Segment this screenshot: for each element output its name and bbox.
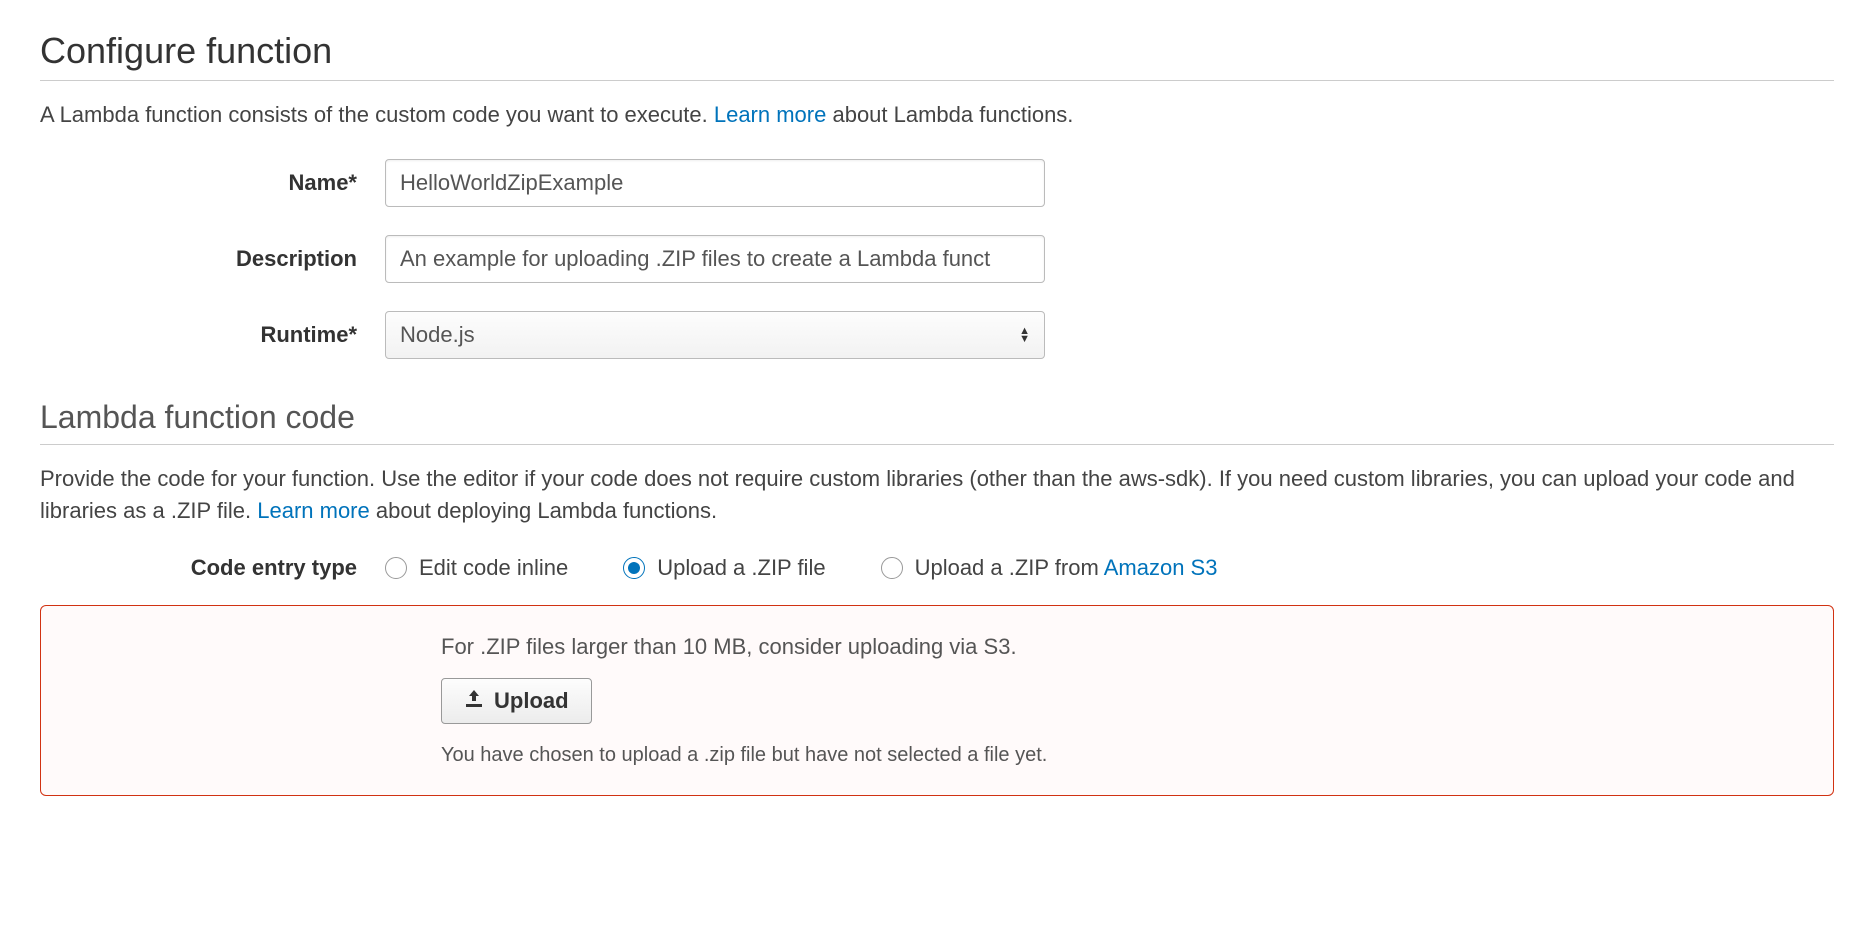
- upload-button-label: Upload: [494, 688, 569, 714]
- radio-label: Upload a .ZIP file: [657, 555, 825, 581]
- description-label: Description: [40, 246, 385, 272]
- name-input[interactable]: [385, 159, 1045, 207]
- lambda-code-heading: Lambda function code: [40, 399, 1834, 436]
- radio-icon: [623, 557, 645, 579]
- select-arrows-icon: ▲▼: [1019, 327, 1030, 343]
- radio-upload-zip[interactable]: Upload a .ZIP file: [623, 555, 825, 581]
- amazon-s3-link[interactable]: Amazon S3: [1104, 555, 1218, 580]
- divider: [40, 444, 1834, 445]
- description-input[interactable]: [385, 235, 1045, 283]
- name-label: Name*: [40, 170, 385, 196]
- intro-text-suffix: about Lambda functions.: [826, 102, 1073, 127]
- upload-error-panel: For .ZIP files larger than 10 MB, consid…: [40, 605, 1834, 796]
- upload-button[interactable]: Upload: [441, 678, 592, 724]
- radio-icon: [881, 557, 903, 579]
- radio-s3-prefix: Upload a .ZIP from: [915, 555, 1104, 580]
- radio-label: Upload a .ZIP from Amazon S3: [915, 555, 1218, 581]
- configure-function-heading: Configure function: [40, 30, 1834, 72]
- intro-text: A Lambda function consists of the custom…: [40, 102, 714, 127]
- code-intro-suffix: about deploying Lambda functions.: [370, 498, 717, 523]
- configure-intro: A Lambda function consists of the custom…: [40, 99, 1834, 131]
- radio-edit-inline[interactable]: Edit code inline: [385, 555, 568, 581]
- upload-hint-text: For .ZIP files larger than 10 MB, consid…: [441, 634, 1793, 660]
- code-intro: Provide the code for your function. Use …: [40, 463, 1834, 527]
- runtime-select[interactable]: Node.js ▲▼: [385, 311, 1045, 359]
- runtime-label: Runtime*: [40, 322, 385, 348]
- learn-more-link[interactable]: Learn more: [714, 102, 827, 127]
- code-entry-type-label: Code entry type: [40, 555, 385, 581]
- divider: [40, 80, 1834, 81]
- upload-status-text: You have chosen to upload a .zip file bu…: [441, 744, 1793, 767]
- radio-label: Edit code inline: [419, 555, 568, 581]
- learn-more-deploy-link[interactable]: Learn more: [257, 498, 370, 523]
- radio-icon: [385, 557, 407, 579]
- upload-icon: [464, 688, 484, 714]
- runtime-selected-value: Node.js: [400, 322, 475, 348]
- radio-upload-s3[interactable]: Upload a .ZIP from Amazon S3: [881, 555, 1218, 581]
